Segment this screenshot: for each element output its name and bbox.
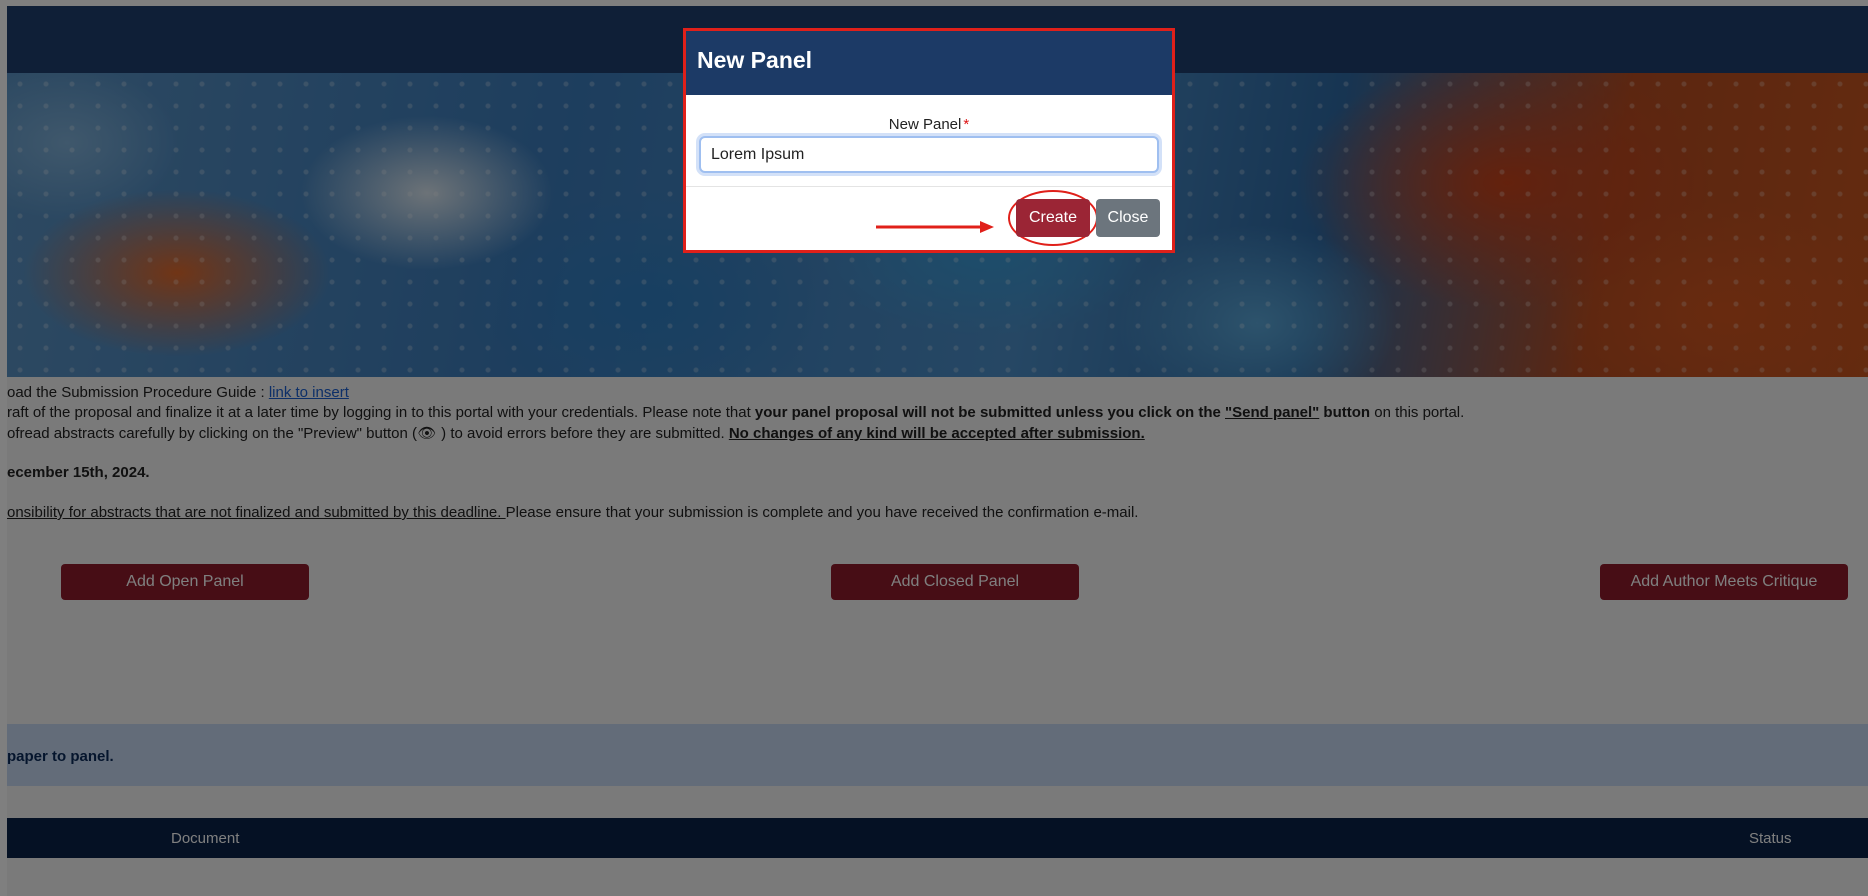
new-panel-input[interactable] [699, 136, 1159, 173]
close-button[interactable]: Close [1096, 199, 1160, 237]
create-button[interactable]: Create [1016, 199, 1090, 237]
modal-footer: Create Close [686, 187, 1172, 250]
modal-header: New Panel [686, 31, 1172, 95]
modal-title: New Panel [697, 47, 813, 73]
new-panel-label: New Panel * [686, 116, 1172, 133]
modal-body: New Panel * [686, 95, 1172, 187]
required-mark: * [963, 116, 970, 133]
arrow-right-icon [876, 221, 994, 233]
new-panel-modal: New Panel New Panel* Create Close [683, 28, 1175, 253]
new-panel-label-text: New Panel [888, 116, 962, 133]
